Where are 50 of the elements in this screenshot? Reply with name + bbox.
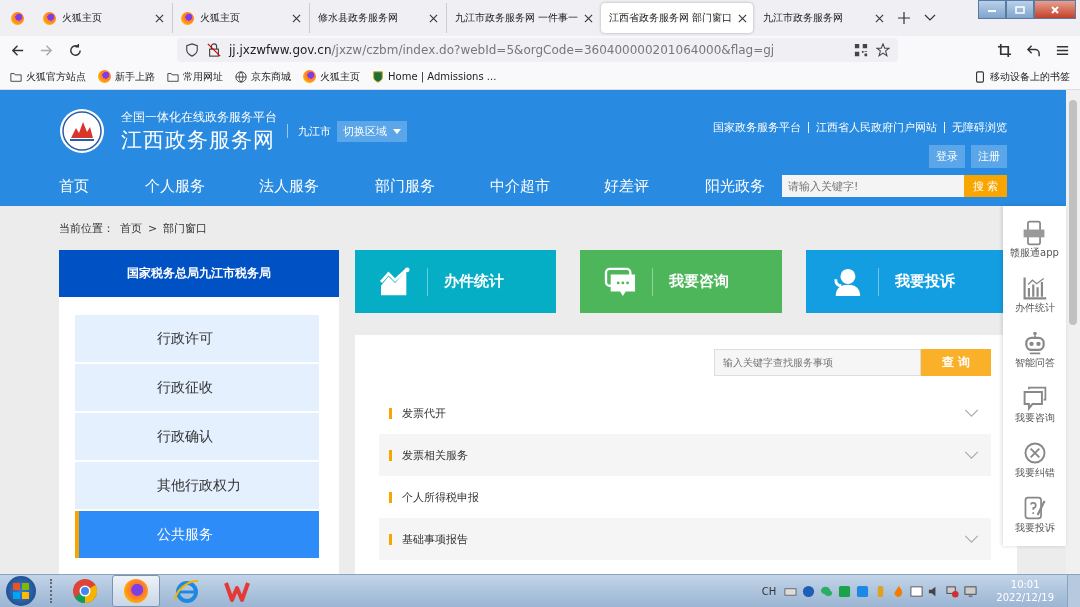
search-field[interactable]: 请输入关键字! xyxy=(782,175,964,197)
sidebar-shortcut[interactable]: 智能问答 xyxy=(1014,322,1055,377)
nav-item[interactable]: 部门服务 xyxy=(374,176,491,196)
sidebar-shortcut[interactable]: 办件统计 xyxy=(1014,267,1055,322)
browser-tab[interactable]: 江西省政务服务网 部门窗口 xyxy=(601,3,754,33)
bookmark-item[interactable]: Home | Admissions ... xyxy=(372,70,497,83)
category-menu-item[interactable]: 其他行政权力 xyxy=(75,462,319,509)
sidebar-shortcut[interactable]: 我要咨询 xyxy=(1014,377,1055,432)
breadcrumb-link[interactable]: 部门窗口 xyxy=(163,220,208,236)
nav-item[interactable]: 好差评 xyxy=(604,176,706,196)
browser-tab[interactable]: 九江市政务服务网 一件事一 xyxy=(446,3,600,33)
mobile-bookmarks[interactable]: 移动设备上的书签 xyxy=(974,69,1070,84)
bookmark-item[interactable]: 京东商城 xyxy=(235,69,291,84)
nav-item[interactable]: 法人服务 xyxy=(258,176,375,196)
bookmark-item[interactable]: 火狐官方站点 xyxy=(10,69,86,84)
header-link[interactable]: 无障碍浏览 xyxy=(952,120,1007,135)
breadcrumb-label: 当前位置： xyxy=(59,220,114,236)
city-label: 九江市 xyxy=(298,123,331,139)
browser-tab[interactable]: 火狐主页 xyxy=(35,3,170,33)
service-category-row[interactable]: 个人所得税申报 xyxy=(379,476,991,518)
sidebar-shortcut[interactable]: 我要纠错 xyxy=(1014,432,1055,487)
service-search-field[interactable]: 输入关键字查找服务事项 xyxy=(714,349,921,376)
sidebar-shortcut[interactable]: 赣服通app xyxy=(1010,212,1059,267)
nav-item[interactable]: 个人服务 xyxy=(144,176,259,196)
header-link[interactable]: 国家政务服务平台 xyxy=(713,120,801,135)
category-menu-item[interactable]: 行政许可 xyxy=(75,315,319,362)
sidebar-shortcut[interactable]: 我要投诉 xyxy=(1014,487,1055,542)
breadcrumb-link[interactable]: 首页 xyxy=(120,220,142,236)
service-category-row[interactable]: 发票相关服务 xyxy=(379,434,991,476)
site-title: 江西政务服务网 xyxy=(121,126,276,154)
language-indicator[interactable]: CH xyxy=(761,585,777,597)
address-bar[interactable]: jj.jxzwfww.gov.cn/jxzw/czbm/index.do?webId=5&orgCode=360400000201064000&flag=gj xyxy=(177,38,898,62)
bookmark-item[interactable]: 火狐主页 xyxy=(303,69,360,84)
browser-tab[interactable]: 九江市政务服务网 xyxy=(755,3,891,33)
url-text: jj.jxzwfww.gov.cn/jxzw/czbm/index.do?webId=5&orgCode=360400000201064000&flag=gj xyxy=(229,43,776,57)
bookmark-item[interactable]: 常用网址 xyxy=(167,69,223,84)
nav-item[interactable]: 中介超市 xyxy=(490,176,605,196)
browser-tab[interactable]: 火狐主页 xyxy=(172,3,307,33)
nav-item[interactable]: 阳光政务 xyxy=(705,176,782,196)
category-menu-item[interactable]: 行政征收 xyxy=(75,364,319,411)
service-category-row[interactable]: 发票代开 xyxy=(379,392,991,434)
category-menu-item[interactable]: 行政确认 xyxy=(75,413,319,460)
browser-tab[interactable]: 修水县政务服务网 xyxy=(309,3,444,33)
nav-item[interactable]: 首页 xyxy=(59,176,145,196)
bookmark-item[interactable]: 新手上路 xyxy=(98,69,155,84)
breadcrumb-separator: > xyxy=(148,221,158,235)
service-category-row[interactable]: 基础事项报告 xyxy=(379,518,991,560)
header-link[interactable]: 江西省人民政府门户网站 xyxy=(816,120,937,135)
department-title: 国家税务总局九江市税务局 xyxy=(59,250,339,297)
platform-subtitle: 全国一体化在线政务服务平台 xyxy=(121,108,277,126)
